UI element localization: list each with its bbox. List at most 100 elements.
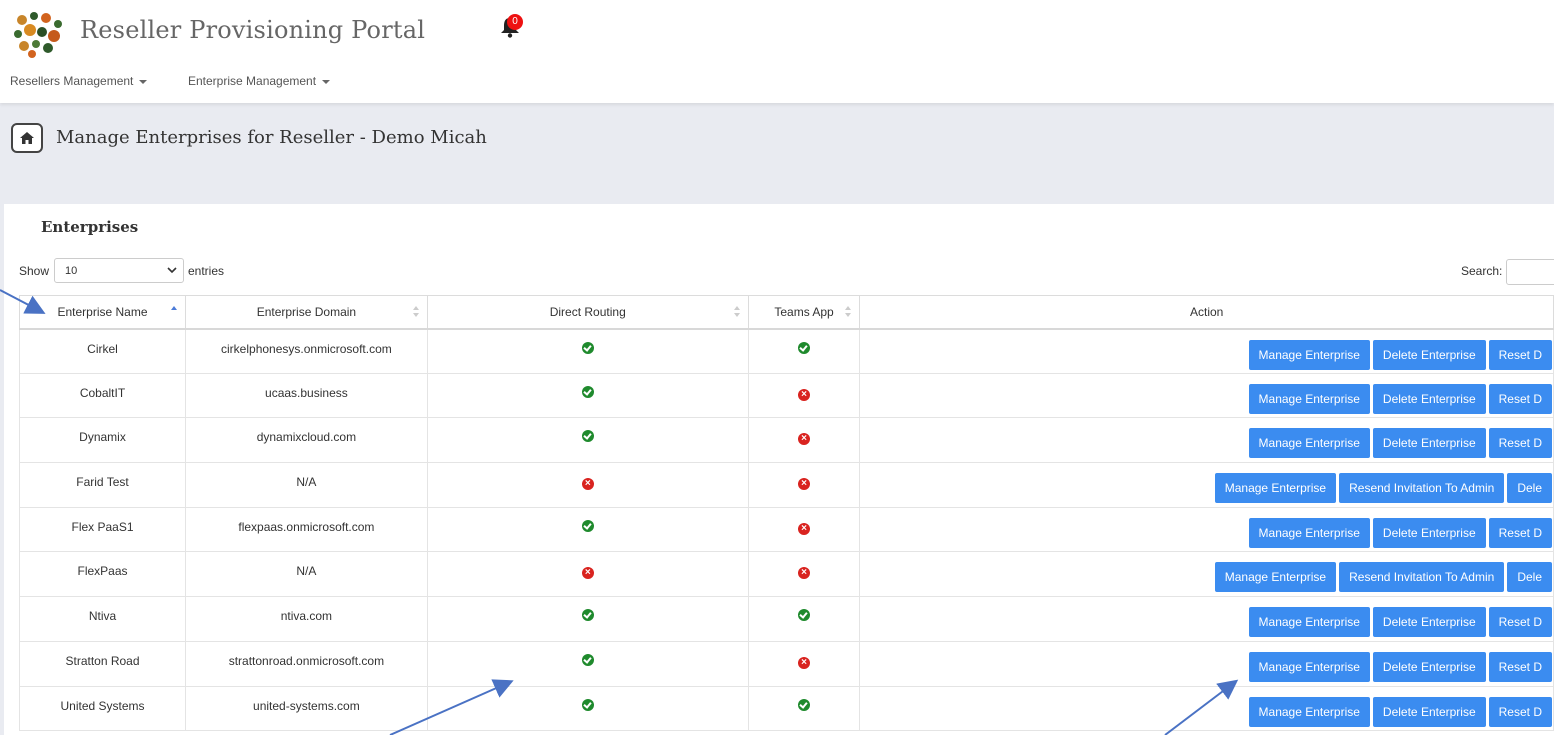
teams-app-cell [747,328,861,374]
dele-button[interactable]: Dele [1507,473,1552,504]
table-row: United Systems united-systems.com Manage E… [18,685,1554,732]
entries-label: entries [188,264,225,278]
dele-button[interactable]: Dele [1507,562,1552,593]
action-cell: Manage Enterprise Resend Invitation To Ad… [859,551,1554,598]
check-circle-icon [581,341,594,354]
manage-enterprise-button[interactable]: Manage Enterprise [1248,339,1370,370]
delete-enterprise-button[interactable]: Delete Enterprise [1372,696,1486,727]
enterprise-name-cell: Stratton Road [18,640,187,687]
table-row: Farid Test N/A × × Manage Enterprise Resend I… [18,462,1554,508]
table-row: FlexPaas N/A × × Manage Enterprise Resend Inv… [18,551,1554,598]
reset-d-button[interactable]: Reset D [1488,339,1552,370]
teams-app-cell [747,685,861,732]
table-row: Cirkel cirkelphonesys.onmicrosoft.com Mana… [18,328,1554,374]
delete-enterprise-button[interactable]: Delete Enterprise [1372,517,1486,548]
teams-app-cell: × [747,417,861,464]
column-header-enterprise-name[interactable]: Enterprise Name [18,295,187,330]
reset-d-button[interactable]: Reset D [1488,607,1552,638]
direct-routing-cell: × [426,462,749,508]
action-cell: Manage Enterprise Delete Enterprise Reset … [859,640,1554,687]
home-icon [20,132,34,144]
resend-invitation-to-admin-button[interactable]: Resend Invitation To Admin [1339,562,1505,593]
manage-enterprise-button[interactable]: Manage Enterprise [1214,473,1337,504]
chevron-down-icon [167,267,177,274]
direct-routing-cell [426,506,749,553]
check-circle-icon [581,430,594,443]
direct-routing-cell [426,685,749,732]
x-circle-icon: × [581,478,594,491]
action-cell: Manage Enterprise Delete Enterprise Reset … [859,685,1554,732]
action-cell: Manage Enterprise Delete Enterprise Reset … [859,417,1554,464]
enterprise-domain-cell: cirkelphonesys.onmicrosoft.com [185,328,428,374]
search-input[interactable] [1506,259,1554,285]
check-circle-icon [581,653,594,666]
reset-d-button[interactable]: Reset D [1488,651,1552,682]
enterprise-domain-cell: united-systems.com [185,685,428,732]
nav-enterprise-management[interactable]: Enterprise Management [188,74,331,88]
column-header-direct-routing[interactable]: Direct Routing [426,295,749,330]
enterprise-name-cell: Farid Test [18,462,187,508]
check-circle-icon [581,385,594,398]
delete-enterprise-button[interactable]: Delete Enterprise [1372,607,1486,638]
manage-enterprise-button[interactable]: Manage Enterprise [1248,383,1370,414]
direct-routing-cell [426,596,749,642]
check-circle-icon [798,698,811,711]
delete-enterprise-button[interactable]: Delete Enterprise [1372,383,1486,414]
show-label: Show [19,264,50,278]
enterprise-domain-cell: N/A [185,462,428,508]
caret-down-icon [139,79,148,84]
delete-enterprise-button[interactable]: Delete Enterprise [1372,339,1486,370]
x-circle-icon: × [798,478,811,491]
table-row: Stratton Road strattonroad.onmicrosoft.co… [18,640,1554,687]
enterprise-domain-cell: flexpaas.onmicrosoft.com [185,506,428,553]
page-title: Manage Enterprises for Reseller - Demo M… [56,127,487,148]
delete-enterprise-button[interactable]: Delete Enterprise [1372,428,1486,459]
teams-app-cell: × [747,462,861,508]
nav-resellers-management[interactable]: Resellers Management [10,74,148,88]
delete-enterprise-button[interactable]: Delete Enterprise [1372,651,1486,682]
manage-enterprise-button[interactable]: Manage Enterprise [1214,562,1337,593]
teams-app-cell [747,596,861,642]
column-header-label: Teams App [774,304,834,319]
top-header: Reseller Provisioning Portal 0 Resellers… [0,0,1554,103]
direct-routing-cell [426,328,749,374]
home-button[interactable] [11,123,43,153]
enterprise-name-cell: FlexPaas [18,551,187,598]
reset-d-button[interactable]: Reset D [1488,428,1552,459]
check-circle-icon [581,698,594,711]
search-label: Search: [1461,264,1503,278]
x-circle-icon: × [798,656,811,669]
reset-d-button[interactable]: Reset D [1488,517,1552,548]
action-cell: Manage Enterprise Resend Invitation To Ad… [859,462,1554,508]
column-header-action: Action [859,295,1554,330]
reset-d-button[interactable]: Reset D [1488,383,1552,414]
table-row: CobaltIT ucaas.business × Manage Enterprise… [18,372,1554,419]
direct-routing-cell [426,640,749,687]
check-circle-icon [798,341,811,354]
column-header-enterprise-domain[interactable]: Enterprise Domain [185,295,428,330]
sort-ascending-icon [171,306,178,318]
manage-enterprise-button[interactable]: Manage Enterprise [1248,517,1370,548]
x-circle-icon: × [798,567,811,580]
manage-enterprise-button[interactable]: Manage Enterprise [1248,607,1370,638]
x-circle-icon: × [581,567,594,580]
column-header-label: Enterprise Domain [256,304,357,319]
enterprise-name-cell: United Systems [18,685,187,732]
resend-invitation-to-admin-button[interactable]: Resend Invitation To Admin [1339,473,1505,504]
manage-enterprise-button[interactable]: Manage Enterprise [1248,651,1370,682]
direct-routing-cell [426,372,749,419]
manage-enterprise-button[interactable]: Manage Enterprise [1248,428,1370,459]
enterprises-panel: Enterprises Show 10 entries Search: Ente… [4,204,1554,735]
column-header-label: Enterprise Name [57,304,148,319]
enterprises-table: Enterprise Name Enterprise Domain Direct… [18,295,1554,732]
manage-enterprise-button[interactable]: Manage Enterprise [1248,696,1370,727]
notification-count-badge: 0 [507,14,523,30]
check-circle-icon [581,519,594,532]
x-circle-icon: × [798,433,811,446]
page-length-select[interactable]: 10 [54,258,184,283]
action-cell: Manage Enterprise Delete Enterprise Reset … [859,596,1554,642]
column-header-teams-app[interactable]: Teams App [747,295,861,330]
reset-d-button[interactable]: Reset D [1488,696,1552,727]
x-circle-icon: × [798,388,811,401]
teams-app-cell: × [747,372,861,419]
